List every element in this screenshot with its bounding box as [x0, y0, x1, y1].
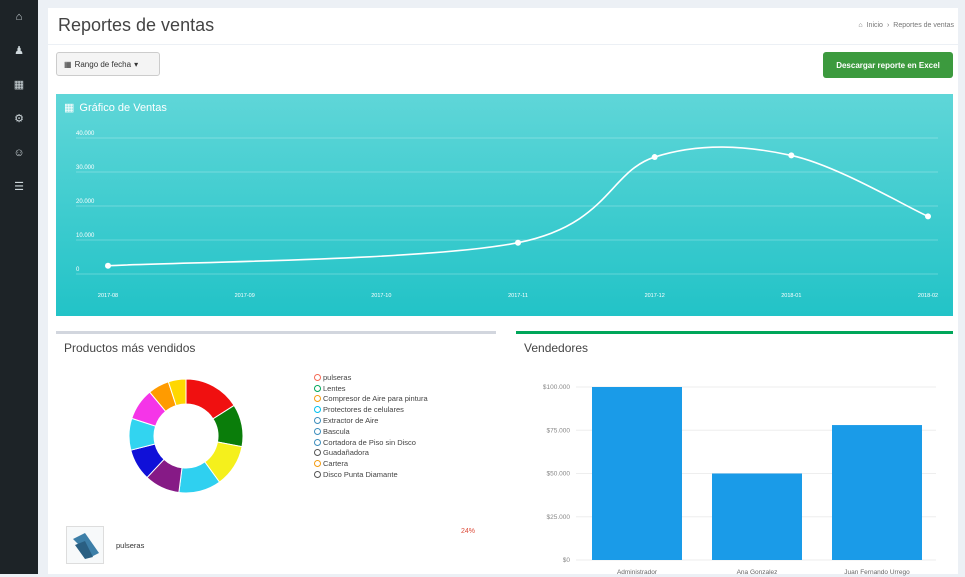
legend-label: Bascula [323, 426, 350, 436]
y-tick-label: $75.000 [547, 427, 571, 434]
legend-label: Cortadora de Piso sin Disco [323, 437, 416, 447]
home-icon[interactable]: ⌂ [10, 10, 28, 24]
legend-item: Disco Punta Diamante [314, 469, 428, 480]
x-tick-label: 2017-09 [235, 293, 255, 299]
circle-outline-icon [314, 471, 321, 479]
sellers-bar-chart: $0 $25.000 $50.000 $75.000 $100.000 Administr… [543, 384, 936, 576]
download-excel-button[interactable]: Descargar reporte en Excel [823, 52, 953, 78]
user-icon[interactable]: ♟ [10, 44, 28, 58]
sellers-box: Vendedores $0 $25.000 $50.000 $75.000 $100.0… [516, 331, 953, 576]
page-title: Reportes de ventas [58, 15, 215, 35]
circle-outline-icon [314, 438, 321, 446]
sales-line-chart: 0 10.000 20.000 30.000 40.000 2017-08 2017-09 2… [76, 131, 938, 299]
products-title: Productos más vendidos [64, 341, 196, 355]
breadcrumb-home[interactable]: Inicio [867, 22, 883, 29]
legend-label: Guadañadora [323, 448, 369, 458]
x-tick-label: Ana Gonzalez [737, 569, 778, 576]
legend-item: pulseras [314, 372, 428, 383]
data-point [515, 239, 521, 246]
x-tick-label: Administrador [617, 569, 658, 576]
bracelet-image [73, 533, 99, 559]
circle-outline-icon [314, 449, 321, 457]
products-legend: pulseras Lentes Compresor de Aire para pin… [314, 372, 428, 480]
x-tick-label: 2017-12 [645, 293, 665, 299]
breadcrumb: ⌂ Inicio › Reportes de ventas [858, 22, 954, 29]
breadcrumb-separator: › [886, 22, 890, 29]
sellers-title: Vendedores [524, 341, 589, 355]
product-thumbnail [66, 526, 104, 564]
legend-item: Compresor de Aire para pintura [314, 394, 428, 405]
legend-item: Cortadora de Piso sin Disco [314, 437, 428, 448]
settings-icon[interactable]: ⚙ [10, 112, 28, 126]
x-tick-label: 2018-01 [781, 293, 801, 299]
y-tick-label: 0 [76, 267, 80, 273]
bar [832, 425, 922, 560]
legend-label: Protectores de celulares [323, 405, 404, 415]
legend-label: Lentes [323, 383, 346, 393]
grid-icon[interactable]: ▦ [10, 78, 28, 92]
circle-outline-icon [314, 406, 321, 414]
y-tick-label: $25.000 [547, 514, 571, 521]
main-content: Reportes de ventas ⌂ Inicio › Reportes d… [38, 0, 965, 576]
y-tick-label: 20.000 [76, 199, 95, 205]
data-point [788, 152, 795, 159]
y-tick-label: $0 [563, 557, 571, 564]
y-tick-label: 40.000 [76, 131, 95, 137]
legend-item: Bascula [314, 426, 428, 437]
data-point [651, 154, 658, 161]
x-tick-label: 2017-08 [98, 293, 118, 299]
circle-outline-icon [314, 373, 321, 381]
dashboard-icon: ⌂ [858, 22, 863, 29]
data-point [105, 262, 111, 269]
content-header: Reportes de ventas ⌂ Inicio › Reportes d… [48, 8, 958, 44]
legend-item: Cartera [314, 458, 428, 469]
circle-outline-icon [314, 417, 321, 425]
legend-item: Guadañadora [314, 448, 428, 459]
legend-label: Extractor de Aire [323, 416, 379, 426]
list-icon[interactable]: ☰ [10, 180, 28, 194]
circle-outline-icon [314, 395, 321, 403]
x-tick-label: 2018-02 [918, 293, 938, 299]
y-tick-label: 30.000 [76, 165, 95, 171]
legend-label: Disco Punta Diamante [323, 470, 398, 480]
x-tick-label: 2017-11 [508, 293, 528, 299]
legend-item: Extractor de Aire [314, 415, 428, 426]
sidebar: ⌂ ♟ ▦ ⚙ ☺ ☰ [0, 0, 38, 574]
legend-item: Protectores de celulares [314, 404, 428, 415]
product-name: pulseras [116, 541, 145, 550]
calendar-icon: ▦ [64, 59, 72, 69]
y-tick-label: $100.000 [543, 384, 570, 391]
x-tick-label: 2017-10 [371, 293, 391, 299]
circle-outline-icon [314, 427, 321, 435]
users-icon[interactable]: ☺ [10, 146, 28, 160]
data-point [925, 213, 931, 220]
breadcrumb-current: Reportes de ventas [893, 22, 954, 29]
legend-item: Lentes [314, 383, 428, 394]
legend-label: Compresor de Aire para pintura [323, 394, 428, 404]
x-tick-label: Juan Fernando Urrego [844, 569, 910, 576]
legend-label: pulseras [323, 372, 352, 382]
circle-outline-icon [314, 384, 321, 392]
bar [592, 387, 682, 560]
product-percent: 24% [461, 528, 476, 535]
products-box: Productos más vendidos pulseras Lentes Com… [56, 331, 496, 574]
legend-label: Cartera [323, 459, 349, 469]
sales-chart-box: ▦ Gráfico de Ventas 0 10.000 20.000 30.000 4… [56, 94, 953, 316]
products-donut-chart [128, 378, 244, 494]
bar [712, 473, 802, 560]
y-tick-label: 10.000 [76, 233, 95, 239]
date-range-label: Rango de fecha [74, 59, 132, 69]
date-range-button[interactable]: ▦ Rango de fecha ▾ [56, 52, 160, 76]
report-panel: ▦ Rango de fecha ▾ Descargar reporte en … [48, 45, 958, 576]
caret-down-icon: ▾ [134, 59, 139, 69]
y-tick-label: $50.000 [547, 471, 571, 478]
product-list-item[interactable]: pulseras 24% [66, 526, 486, 566]
circle-outline-icon [314, 460, 321, 468]
